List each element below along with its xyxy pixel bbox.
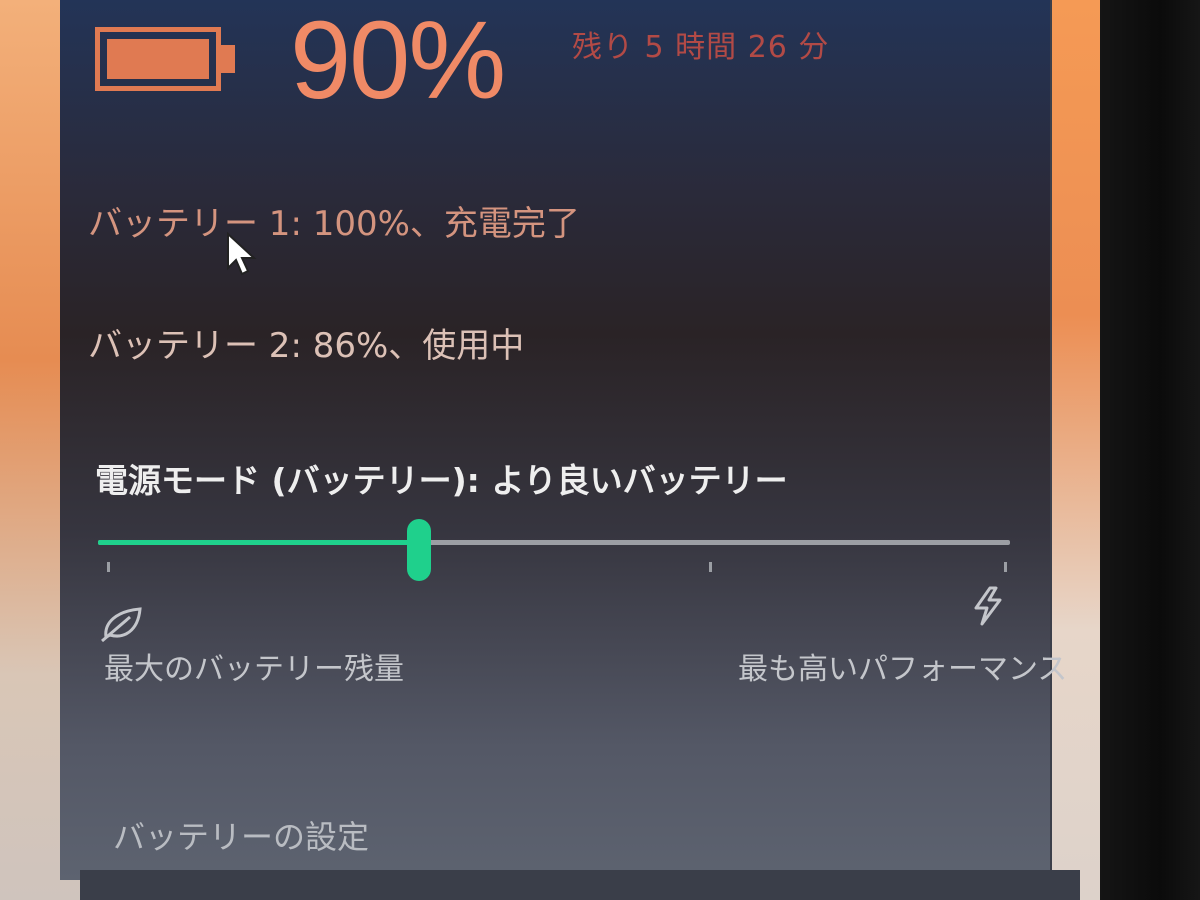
monitor-bezel — [1100, 0, 1200, 900]
battery-tip — [221, 45, 235, 73]
best-performance-label: 最も高いパフォーマンス — [738, 652, 1068, 687]
battery-1-status: バッテリー 1: 100%、充電完了 — [88, 204, 580, 244]
battery-2-status: バッテリー 2: 86%、使用中 — [88, 326, 525, 366]
slider-tick — [107, 562, 110, 572]
battery-settings-link[interactable]: バッテリーの設定 — [113, 812, 369, 858]
battery-icon — [95, 27, 221, 91]
leaf-icon — [101, 607, 142, 643]
taskbar — [80, 870, 1080, 900]
battery-flyout-panel — [60, 0, 1052, 880]
mouse-cursor-icon — [227, 232, 257, 276]
power-mode-slider-thumb[interactable] — [407, 519, 431, 581]
battery-percent: 90% — [290, 0, 506, 122]
slider-tick — [1004, 562, 1007, 572]
power-mode-label: 電源モード (バッテリー): より良いバッテリー — [95, 461, 788, 500]
slider-tick — [709, 562, 712, 572]
time-remaining: 残り 5 時間 26 分 — [572, 30, 830, 65]
lightning-bolt-icon — [974, 586, 1002, 626]
power-mode-slider-fill — [98, 540, 420, 545]
max-battery-life-label: 最大のバッテリー残量 — [104, 652, 404, 687]
battery-fill — [107, 39, 209, 79]
